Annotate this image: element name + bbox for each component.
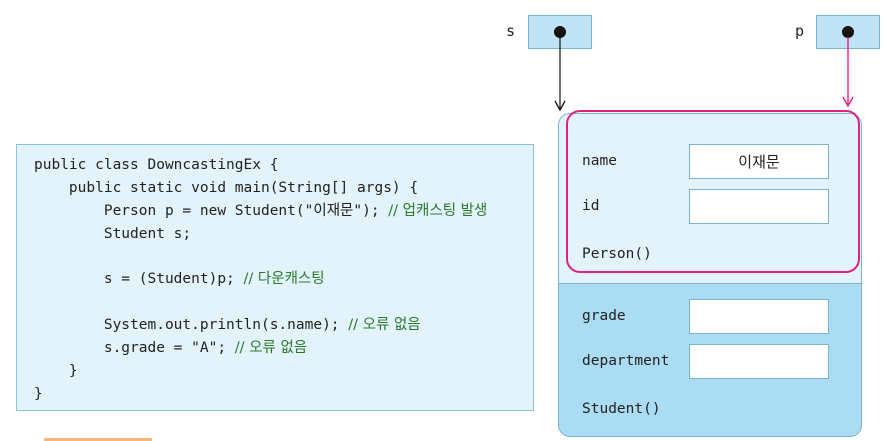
arrows-layer (554, 37, 854, 112)
